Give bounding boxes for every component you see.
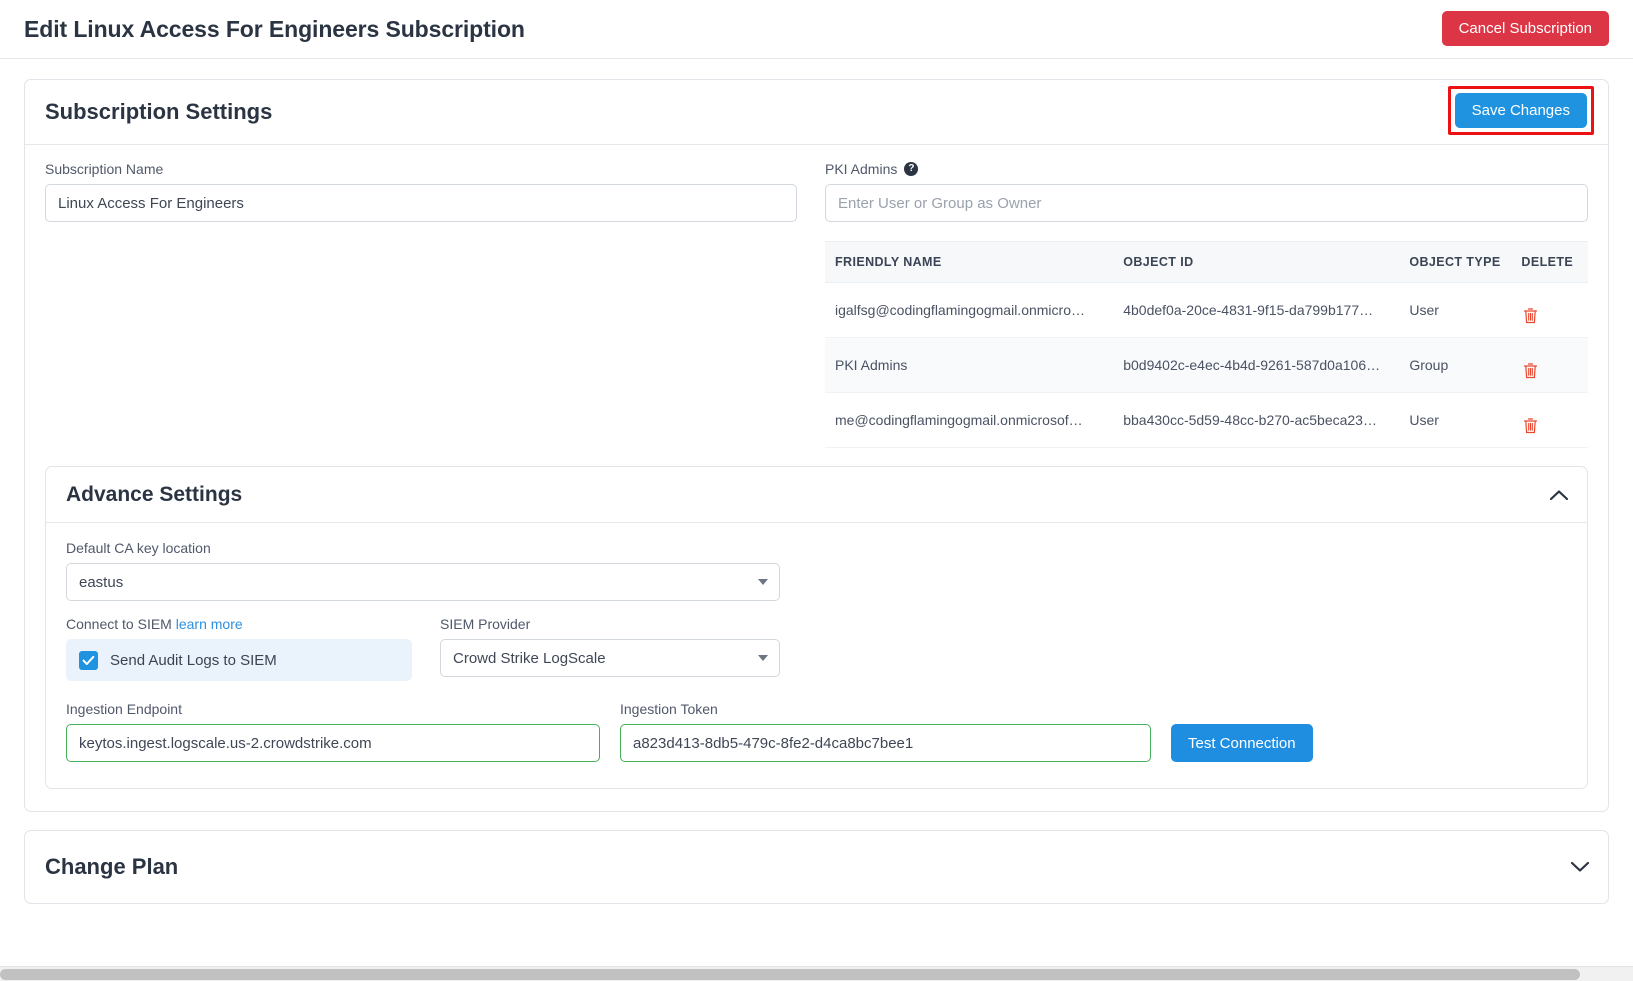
delete-row-button[interactable] <box>1521 305 1540 326</box>
ingestion-endpoint-input[interactable] <box>66 724 600 762</box>
cell-friendly-name: PKI Admins <box>825 337 1114 393</box>
cell-object-type: User <box>1399 392 1512 448</box>
settings-columns: Subscription Name PKI Admins ? <box>45 161 1588 448</box>
ingestion-token-label: Ingestion Token <box>620 701 718 717</box>
table-header-row: FRIENDLY NAME OBJECT ID OBJECT TYPE DELE… <box>825 241 1588 283</box>
subscription-settings-header: Subscription Settings Save Changes <box>25 80 1608 145</box>
test-connection-button[interactable]: Test Connection <box>1171 724 1313 762</box>
app-page: Edit Linux Access For Engineers Subscrip… <box>0 0 1633 981</box>
subscription-name-input[interactable] <box>45 184 797 222</box>
siem-provider-select[interactable]: Crowd Strike LogScale <box>440 639 780 677</box>
column-header-friendly-name: FRIENDLY NAME <box>825 241 1114 283</box>
ca-key-location-label: Default CA key location <box>66 540 211 556</box>
horizontal-scrollbar-thumb[interactable] <box>0 969 1580 980</box>
trash-icon <box>1524 418 1538 434</box>
subscription-settings-title: Subscription Settings <box>45 99 273 124</box>
pki-admins-label: PKI Admins ? <box>825 161 1588 177</box>
table-row: PKI Admins b0d9402c-e4ec-4b4d-9261-587d0… <box>825 337 1588 393</box>
pki-admins-column: PKI Admins ? FRIENDLY NAME OBJECT ID OBJ… <box>825 161 1588 448</box>
table-row: igalfsg@codingflamingogmail.onmicro… 4b0… <box>825 282 1588 338</box>
column-header-delete: DELETE <box>1511 241 1588 283</box>
trash-icon <box>1524 363 1538 379</box>
help-icon[interactable]: ? <box>904 162 919 176</box>
chevron-down-icon <box>758 655 768 661</box>
cancel-subscription-button[interactable]: Cancel Subscription <box>1441 11 1609 46</box>
connect-siem-label: Connect to SIEM learn more <box>66 616 412 632</box>
page-title: Edit Linux Access For Engineers Subscrip… <box>24 15 525 42</box>
subscription-name-column: Subscription Name <box>45 161 797 448</box>
change-plan-title: Change Plan <box>45 854 179 879</box>
ca-key-location-value: eastus <box>79 573 124 591</box>
top-header-bar: Edit Linux Access For Engineers Subscrip… <box>0 0 1633 59</box>
column-header-object-id: OBJECT ID <box>1113 241 1400 283</box>
subscription-name-label: Subscription Name <box>45 161 164 177</box>
learn-more-link[interactable]: learn more <box>176 616 243 632</box>
ingestion-row: Ingestion Endpoint Ingestion Token Test … <box>66 701 1567 762</box>
pki-admins-table: FRIENDLY NAME OBJECT ID OBJECT TYPE DELE… <box>825 241 1588 448</box>
ingestion-endpoint-group: Ingestion Endpoint <box>66 701 600 762</box>
siem-row: Connect to SIEM learn more Send Audit Lo… <box>66 616 1567 681</box>
connect-siem-group: Connect to SIEM learn more Send Audit Lo… <box>66 616 412 681</box>
delete-row-button[interactable] <box>1521 360 1540 381</box>
pki-admins-table-head: FRIENDLY NAME OBJECT ID OBJECT TYPE DELE… <box>825 241 1588 283</box>
send-audit-logs-checkbox-panel[interactable]: Send Audit Logs to SIEM <box>66 639 412 681</box>
cell-delete <box>1511 282 1588 338</box>
siem-provider-group: SIEM Provider Crowd Strike LogScale <box>440 616 780 677</box>
cell-delete <box>1511 337 1588 393</box>
ca-key-location-select[interactable]: eastus <box>66 563 780 601</box>
owner-search-input[interactable] <box>825 184 1588 222</box>
pki-admins-table-body: igalfsg@codingflamingogmail.onmicro… 4b0… <box>825 282 1588 448</box>
trash-icon <box>1524 308 1538 324</box>
chevron-down-icon[interactable] <box>1570 861 1590 874</box>
pki-admins-label-text: PKI Admins <box>825 161 898 177</box>
siem-provider-label: SIEM Provider <box>440 616 531 632</box>
horizontal-scrollbar[interactable] <box>0 966 1633 981</box>
delete-row-button[interactable] <box>1521 415 1540 436</box>
cell-friendly-name: me@codingflamingogmail.onmicrosof… <box>825 392 1114 448</box>
table-row: me@codingflamingogmail.onmicrosof… bba43… <box>825 392 1588 448</box>
advance-settings-header[interactable]: Advance Settings <box>46 467 1587 523</box>
cell-object-id: 4b0def0a-20ce-4831-9f15-da799b177… <box>1113 282 1400 338</box>
chevron-up-icon[interactable] <box>1549 488 1569 501</box>
ingestion-token-input[interactable] <box>620 724 1151 762</box>
save-changes-button[interactable]: Save Changes <box>1454 93 1587 128</box>
advance-settings-card: Advance Settings Default CA key location… <box>45 466 1588 789</box>
column-header-object-type: OBJECT TYPE <box>1399 241 1512 283</box>
ingestion-token-group: Ingestion Token <box>620 701 1151 762</box>
cell-object-id: b0d9402c-e4ec-4b4d-9261-587d0a106… <box>1113 337 1400 393</box>
page-content: Subscription Settings Save Changes Subsc… <box>0 59 1633 904</box>
advance-settings-body: Default CA key location eastus Connect t… <box>46 523 1587 788</box>
ingestion-endpoint-label: Ingestion Endpoint <box>66 701 182 717</box>
connect-siem-label-text: Connect to SIEM <box>66 616 172 632</box>
subscription-settings-card: Subscription Settings Save Changes Subsc… <box>24 79 1609 812</box>
cell-object-type: Group <box>1399 337 1512 393</box>
send-audit-logs-label: Send Audit Logs to SIEM <box>110 651 277 669</box>
chevron-down-icon <box>758 579 768 585</box>
checkbox-checked-icon[interactable] <box>79 650 98 670</box>
cell-object-type: User <box>1399 282 1512 338</box>
cell-delete <box>1511 392 1588 448</box>
siem-provider-value: Crowd Strike LogScale <box>453 649 606 667</box>
save-changes-highlight: Save Changes <box>1447 86 1594 135</box>
subscription-settings-body: Subscription Name PKI Admins ? <box>25 145 1608 789</box>
advance-settings-title: Advance Settings <box>66 482 243 506</box>
cell-friendly-name: igalfsg@codingflamingogmail.onmicro… <box>825 282 1114 338</box>
change-plan-card[interactable]: Change Plan <box>24 830 1609 904</box>
cell-object-id: bba430cc-5d59-48cc-b270-ac5beca23… <box>1113 392 1400 448</box>
